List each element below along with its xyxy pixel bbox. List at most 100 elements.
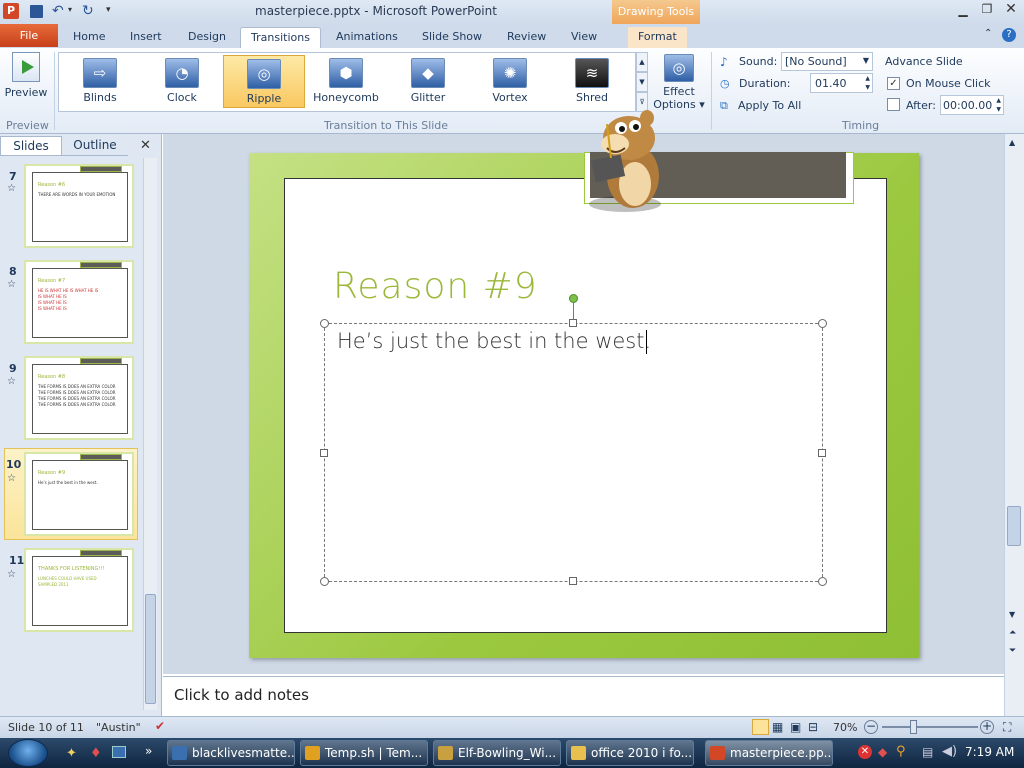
gallery-scroll-up[interactable]: ▲	[636, 52, 648, 72]
vertical-scrollbar[interactable]: ▲ ▼ ⏶ ⏷	[1004, 134, 1024, 716]
transition-honeycomb[interactable]: ⬢ Honeycomb	[310, 58, 382, 104]
after-checkbox[interactable]	[887, 98, 900, 111]
resize-handle[interactable]	[818, 449, 826, 457]
normal-view-icon[interactable]	[752, 719, 769, 735]
spell-check-icon[interactable]: ✔	[155, 719, 165, 733]
ribbon-separator	[54, 52, 55, 130]
effect-options-button[interactable]: ◎ Effect Options ▾	[652, 54, 706, 111]
slide-body-text[interactable]: He’s just the best in the west.	[337, 329, 651, 353]
resize-handle[interactable]	[569, 319, 577, 327]
volume-icon[interactable]: ◀)	[942, 744, 957, 759]
app-icon[interactable]: P	[3, 3, 19, 19]
gallery-scroll-down[interactable]: ▼	[636, 72, 648, 92]
tray-search-icon[interactable]: ⚲	[896, 744, 906, 759]
zoom-out-icon[interactable]: −	[864, 720, 878, 734]
transition-vortex[interactable]: ✺ Vortex	[480, 58, 540, 104]
resize-handle[interactable]	[569, 577, 577, 585]
tab-transitions[interactable]: Transitions	[240, 27, 321, 49]
tab-file[interactable]: File	[0, 24, 58, 47]
tab-design[interactable]: Design	[178, 27, 236, 48]
slide-counter: Slide 10 of 11	[8, 721, 84, 734]
tray-icon[interactable]: ◆	[878, 745, 887, 759]
zoom-slider[interactable]	[882, 726, 978, 728]
sound-dropdown[interactable]: [No Sound] ▼	[781, 52, 873, 71]
zoom-slider-thumb[interactable]	[910, 720, 917, 734]
spinner-icon[interactable]: ▲ ▼	[865, 74, 870, 92]
restore-button[interactable]: ❐	[978, 2, 996, 16]
transition-clock[interactable]: ◔ Clock	[152, 58, 212, 104]
slide-thumbnail-10[interactable]: Reason #9 He's just the best in the west.	[24, 452, 134, 536]
apply-to-all-button[interactable]: Apply To All	[738, 99, 801, 112]
tab-slide-show[interactable]: Slide Show	[412, 27, 492, 48]
tab-format[interactable]: Format	[628, 27, 687, 48]
pane-scroll-thumb[interactable]	[145, 594, 156, 704]
tab-animations[interactable]: Animations	[326, 27, 408, 48]
resize-handle[interactable]	[320, 449, 328, 457]
transition-shred[interactable]: ≋ Shred	[562, 58, 622, 104]
slide-thumbnail-9[interactable]: Reason #8 THE FORMS IS DOES AN EXTRA COLO…	[24, 356, 134, 440]
transition-glitter[interactable]: ◆ Glitter	[398, 58, 458, 104]
tab-slides[interactable]: Slides	[0, 136, 62, 156]
tab-view[interactable]: View	[561, 27, 607, 48]
undo-icon[interactable]: ↶	[52, 3, 64, 19]
zoom-in-icon[interactable]: +	[980, 720, 994, 734]
save-icon[interactable]	[30, 5, 43, 18]
close-pane-icon[interactable]: ✕	[140, 138, 151, 153]
taskbar-item-blacklivesmatter[interactable]: blacklivesmatte...	[167, 740, 295, 766]
zoom-level[interactable]: 70%	[833, 721, 857, 734]
next-slide-icon[interactable]: ⏷	[1009, 646, 1016, 656]
quick-launch-icon[interactable]: ✦	[66, 746, 77, 761]
body-text-box[interactable]	[324, 323, 823, 582]
quick-launch-icon[interactable]: ♦	[90, 746, 102, 761]
fit-slide-icon[interactable]: ⛶	[1003, 720, 1011, 735]
minimize-ribbon-icon[interactable]: ⌃	[984, 28, 992, 39]
clock-time[interactable]: 7:19 AM	[965, 745, 1014, 759]
resize-handle[interactable]	[320, 577, 329, 586]
resize-handle[interactable]	[818, 319, 827, 328]
slide-thumbnail-11[interactable]: THANKS FOR LISTENING!!! LUNCHES COULD HAV…	[24, 548, 134, 632]
tray-icon[interactable]: ✕	[858, 745, 872, 759]
previous-slide-icon[interactable]: ⏶	[1009, 628, 1016, 638]
slide-thumbnail-8[interactable]: Reason #7 HE IS WHAT HE IS WHAT HE IS IS …	[24, 260, 134, 344]
scroll-thumb[interactable]	[1007, 506, 1021, 546]
spinner-icon[interactable]: ▲ ▼	[996, 96, 1001, 114]
scroll-down-icon[interactable]: ▼	[1009, 610, 1015, 619]
notes-pane[interactable]: Click to add notes	[163, 676, 1004, 716]
slide-thumbnail-7[interactable]: Reason #6 THERE ARE WORDS IN YOUR EMOTION	[24, 164, 134, 248]
hamster-clipart[interactable]	[585, 104, 665, 214]
transition-blinds[interactable]: ⇨ Blinds	[70, 58, 130, 104]
quick-launch-icon[interactable]	[112, 746, 126, 758]
transition-ripple[interactable]: ◎ Ripple	[223, 55, 305, 108]
preview-button[interactable]: Preview	[4, 52, 48, 99]
slide-show-icon[interactable]: ⊟	[808, 720, 818, 734]
taskbar-item-office-2010[interactable]: office 2010 i fo...	[566, 740, 694, 766]
resize-handle[interactable]	[320, 319, 329, 328]
tab-review[interactable]: Review	[497, 27, 556, 48]
redo-icon[interactable]: ↻	[82, 3, 94, 19]
customize-quick-access-icon[interactable]: ▾	[106, 5, 111, 15]
tab-home[interactable]: Home	[63, 27, 115, 48]
close-button[interactable]: ✕	[1002, 1, 1020, 17]
on-mouse-click-checkbox[interactable]: ✓	[887, 77, 900, 90]
undo-dropdown-icon[interactable]: ▾	[68, 5, 72, 14]
network-icon[interactable]: ▤	[922, 745, 933, 759]
taskbar-item-masterpiece[interactable]: masterpiece.pp...	[705, 740, 833, 766]
help-icon[interactable]: ?	[1002, 28, 1016, 42]
tab-outline[interactable]: Outline	[62, 136, 128, 156]
start-button[interactable]	[8, 739, 48, 767]
tab-insert[interactable]: Insert	[120, 27, 172, 48]
after-time-input[interactable]: 00:00.00 ▲ ▼	[940, 95, 1004, 115]
pane-scrollbar[interactable]	[143, 158, 157, 710]
slide-sorter-icon[interactable]: ▦	[772, 720, 783, 734]
taskbar-item-elf-bowling[interactable]: Elf-Bowling_Wi...	[433, 740, 561, 766]
minimize-button[interactable]: ▁	[954, 3, 972, 17]
taskbar-item-tempsh[interactable]: Temp.sh | Tem...	[300, 740, 428, 766]
duration-input[interactable]: 01.40 ▲ ▼	[810, 73, 873, 93]
reading-view-icon[interactable]: ▣	[790, 720, 801, 734]
scroll-up-icon[interactable]: ▲	[1009, 138, 1015, 147]
resize-handle[interactable]	[818, 577, 827, 586]
rotate-handle[interactable]	[569, 294, 578, 303]
thumb-number: 9	[9, 362, 17, 375]
taskbar-overflow-icon[interactable]: »	[145, 744, 152, 758]
slide-title[interactable]: Reason #9	[333, 266, 538, 307]
